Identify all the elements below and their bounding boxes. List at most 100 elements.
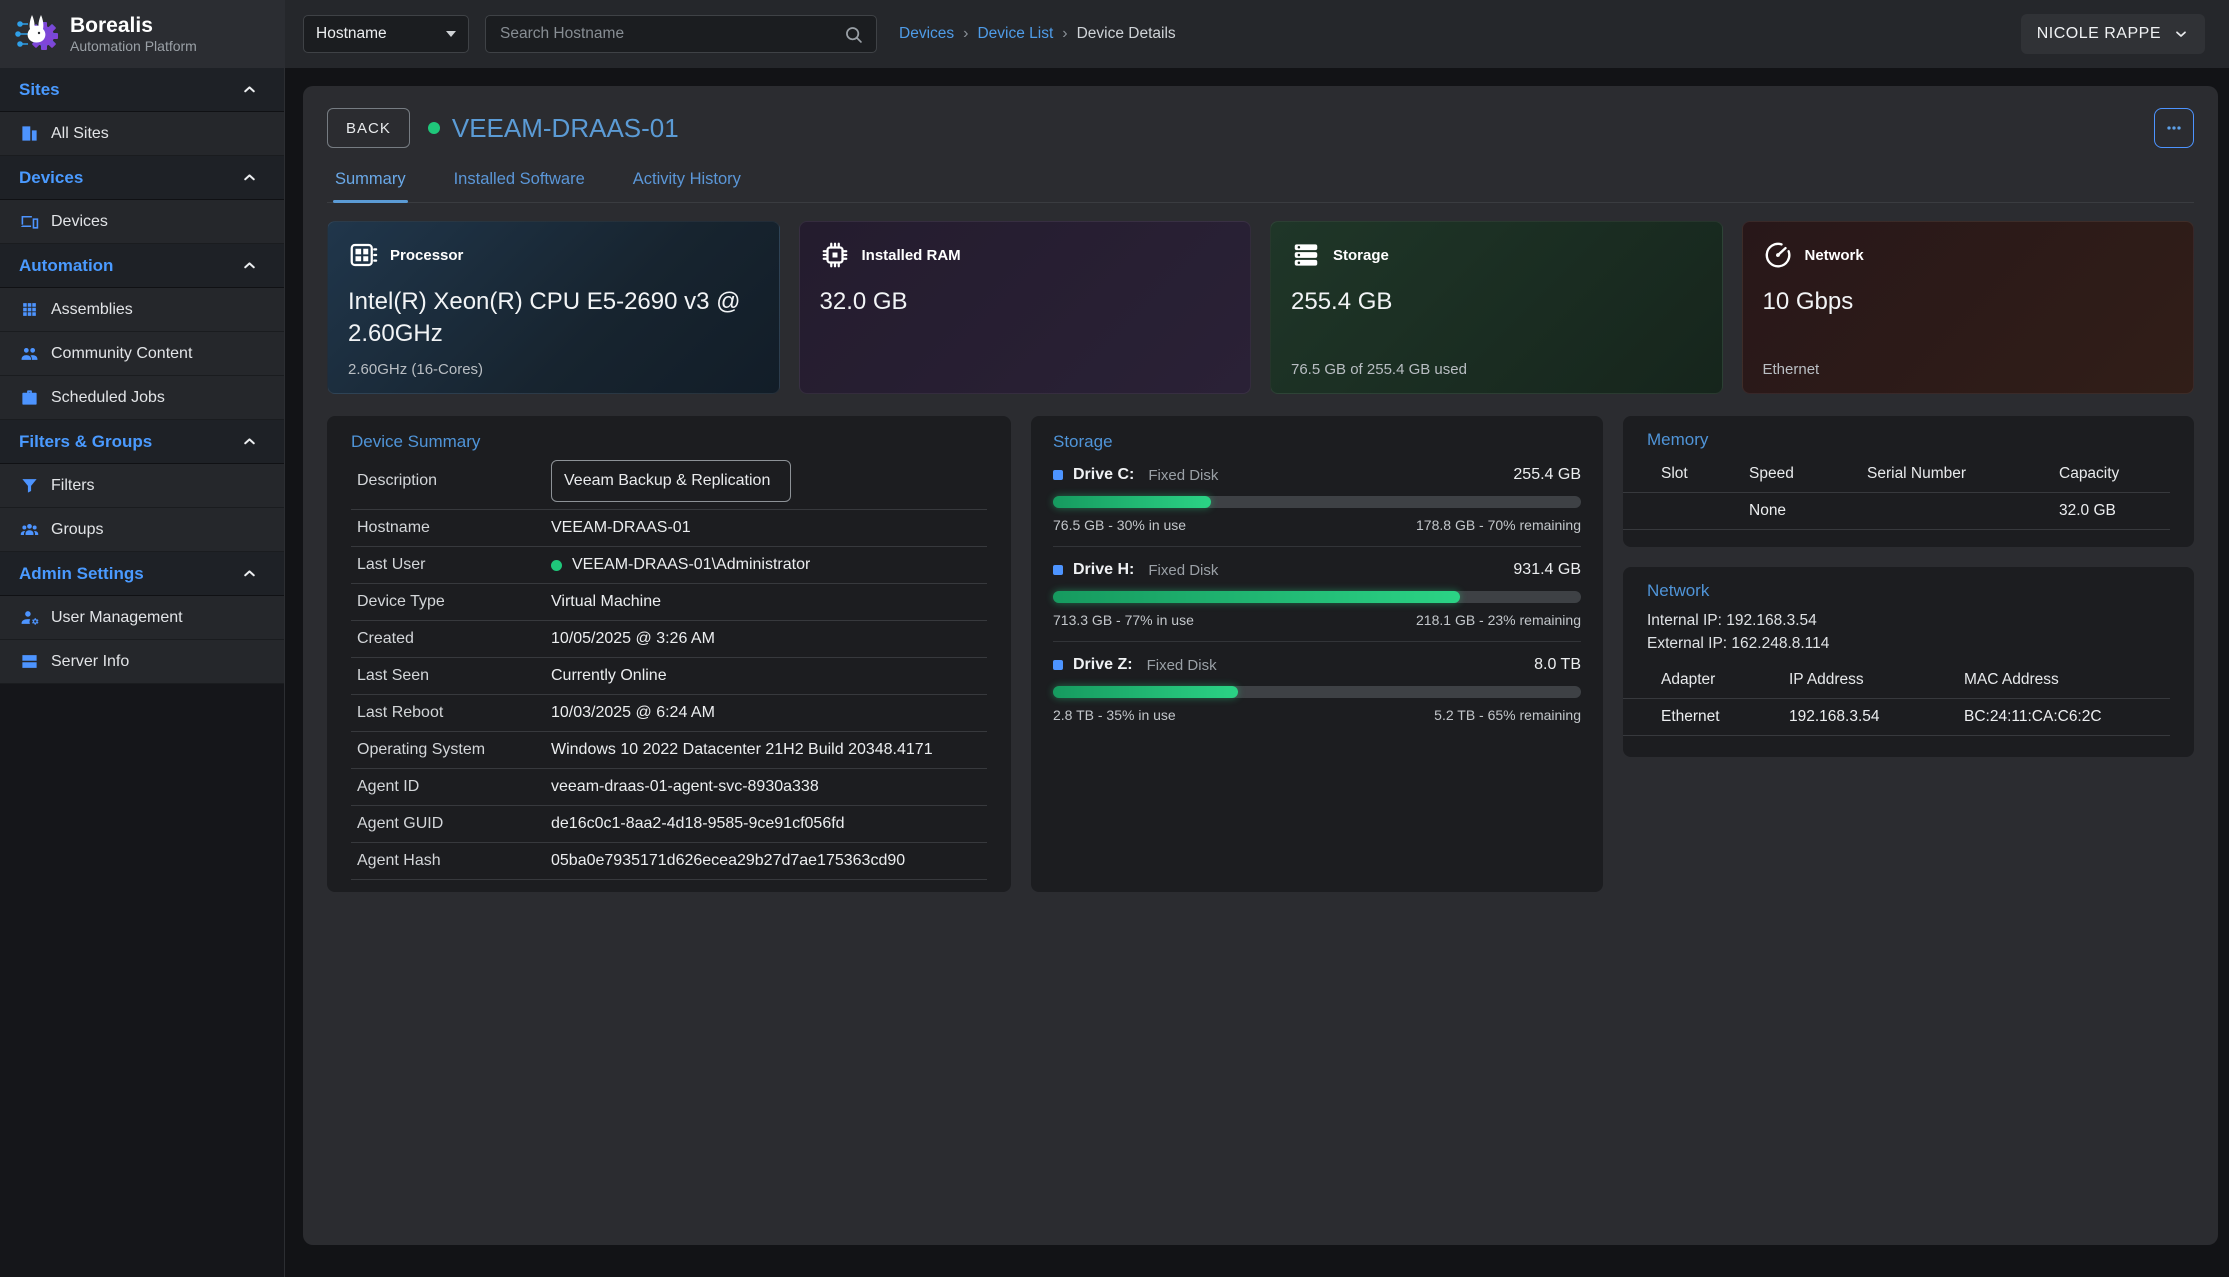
more-actions-button[interactable] — [2154, 108, 2194, 148]
brand-subtitle: Automation Platform — [70, 38, 197, 54]
memory-panel: Memory SlotSpeedSerial NumberCapacity No… — [1623, 416, 2194, 547]
search-box — [485, 15, 877, 53]
breadcrumb-item[interactable]: Device Details — [1077, 25, 1176, 43]
sidebar-section-label: Automation — [19, 256, 113, 276]
summary-label: Operating System — [351, 741, 551, 759]
sidebar-item[interactable]: Devices — [0, 200, 284, 244]
building-icon — [20, 124, 39, 143]
stat-card-value: 32.0 GB — [820, 286, 1231, 318]
summary-value: de16c0c1-8aa2-4d18-9585-9ce91cf056fd — [551, 815, 845, 833]
drive-row: Drive H: Fixed Disk 931.4 GB 713.3 GB - … — [1053, 547, 1581, 642]
column-header: IP Address — [1789, 671, 1964, 689]
sidebar-item[interactable]: Assemblies — [0, 288, 284, 332]
drive-type: Fixed Disk — [1148, 467, 1218, 484]
summary-value: 05ba0e7935171d626ecea29b27d7ae175363cd90 — [551, 852, 905, 870]
topbar: Borealis Automation Platform Hostname — [0, 0, 2229, 68]
device-details-panel: BACK VEEAM-DRAAS-01 Summary Installed So… — [303, 86, 2218, 1245]
briefcase-icon — [20, 388, 39, 407]
drive-size: 931.4 GB — [1513, 561, 1581, 579]
drive-usage-bar — [1053, 686, 1581, 698]
sidebar-item[interactable]: Filters — [0, 464, 284, 508]
server-stack-icon — [1291, 240, 1321, 270]
online-status-dot — [428, 122, 440, 134]
sidebar-item[interactable]: Server Info — [0, 640, 284, 684]
search-field-dropdown[interactable]: Hostname — [303, 15, 469, 53]
drive-list: Drive C: Fixed Disk 255.4 GB 76.5 GB - 3… — [1053, 452, 1581, 736]
drive-size: 8.0 TB — [1534, 656, 1581, 674]
sidebar-item[interactable]: User Management — [0, 596, 284, 640]
gauge-icon — [1763, 240, 1793, 270]
summary-label: Hostname — [351, 519, 551, 537]
sidebar-section-header[interactable]: Admin Settings — [0, 552, 284, 596]
drive-remaining-text: 178.8 GB - 70% remaining — [1416, 517, 1581, 533]
column-header: Speed — [1749, 465, 1867, 483]
summary-label: Description — [351, 472, 551, 490]
summary-row: Created 10/05/2025 @ 3:26 AM — [351, 621, 987, 658]
sidebar: Sites All Sites Devices — [0, 68, 285, 1277]
memory-capacity: 32.0 GB — [2059, 502, 2170, 520]
stat-card-title: Processor — [390, 247, 463, 264]
sidebar-section-header[interactable]: Automation — [0, 244, 284, 288]
summary-value: Currently Online — [551, 667, 667, 685]
search-field-dropdown-value: Hostname — [316, 25, 387, 43]
server-icon — [20, 652, 39, 671]
main-content: BACK VEEAM-DRAAS-01 Summary Installed So… — [285, 68, 2229, 1277]
sidebar-section-label: Admin Settings — [19, 564, 144, 584]
devices-icon — [20, 212, 39, 231]
drive-used-text: 2.8 TB - 35% in use — [1053, 707, 1176, 723]
drive-row: Drive C: Fixed Disk 255.4 GB 76.5 GB - 3… — [1053, 452, 1581, 547]
user-menu[interactable]: NICOLE RAPPE — [2021, 14, 2205, 54]
sidebar-section-label: Devices — [19, 168, 83, 188]
user-name: NICOLE RAPPE — [2037, 25, 2161, 43]
caret-down-icon — [446, 31, 456, 37]
sidebar-section-header[interactable]: Filters & Groups — [0, 420, 284, 464]
filter-icon — [20, 476, 39, 495]
stat-card-title: Network — [1805, 247, 1864, 264]
memory-module-icon — [348, 240, 378, 270]
tab[interactable]: Activity History — [631, 164, 743, 202]
external-ip: External IP: 162.248.8.114 — [1647, 632, 2170, 655]
internal-ip: Internal IP: 192.168.3.54 — [1647, 609, 2170, 632]
sidebar-section-header[interactable]: Sites — [0, 68, 284, 112]
people-icon — [20, 344, 39, 363]
stat-card-value: 10 Gbps — [1763, 286, 2174, 318]
sidebar-item[interactable]: All Sites — [0, 112, 284, 156]
tab[interactable]: Summary — [333, 164, 408, 202]
tab[interactable]: Installed Software — [452, 164, 587, 202]
drive-used-text: 76.5 GB - 30% in use — [1053, 517, 1186, 533]
sidebar-item-label: Groups — [51, 521, 103, 539]
column-header: MAC Address — [1964, 671, 2170, 689]
sidebar-item-label: All Sites — [51, 125, 109, 143]
summary-label: Agent ID — [351, 778, 551, 796]
summary-label: Device Type — [351, 593, 551, 611]
summary-row: Agent ID veeam-draas-01-agent-svc-8930a3… — [351, 769, 987, 806]
sidebar-section-header[interactable]: Devices — [0, 156, 284, 200]
summary-row: Hostname VEEAM-DRAAS-01 — [351, 510, 987, 547]
drive-name: Drive Z: — [1073, 656, 1133, 674]
sidebar-item[interactable]: Groups — [0, 508, 284, 552]
search-input[interactable] — [498, 24, 843, 44]
breadcrumb-item[interactable]: Devices — [899, 25, 954, 43]
summary-label: Last Reboot — [351, 704, 551, 722]
sidebar-item[interactable]: Scheduled Jobs — [0, 376, 284, 420]
device-header: BACK VEEAM-DRAAS-01 — [327, 108, 2194, 148]
sidebar-item[interactable]: Community Content — [0, 332, 284, 376]
memory-panel-title: Memory — [1647, 430, 2170, 450]
summary-row: Agent Hash 05ba0e7935171d626ecea29b27d7a… — [351, 843, 987, 880]
drive-row: Drive Z: Fixed Disk 8.0 TB 2.8 TB - 35% … — [1053, 642, 1581, 736]
drive-name: Drive C: — [1073, 466, 1134, 484]
device-summary-title: Device Summary — [351, 432, 987, 452]
summary-label: Agent GUID — [351, 815, 551, 833]
sidebar-item-label: Scheduled Jobs — [51, 389, 165, 407]
summary-value: Windows 10 2022 Datacenter 21H2 Build 20… — [551, 741, 933, 759]
stat-card: Network 10 Gbps Ethernet — [1742, 221, 2195, 394]
topbar-main: Hostname Devices Device List — [285, 0, 2229, 68]
description-input[interactable] — [551, 460, 791, 502]
app-root: Borealis Automation Platform Hostname — [0, 0, 2229, 1277]
breadcrumb-item[interactable]: Device List — [977, 25, 1053, 43]
stat-card-subtitle: Ethernet — [1763, 361, 1820, 378]
stat-cards: Processor Intel(R) Xeon(R) CPU E5-2690 v… — [327, 221, 2194, 394]
detail-panels: Device Summary Description Hostname — [327, 416, 2194, 892]
back-button[interactable]: BACK — [327, 108, 410, 148]
drive-usage-fill — [1053, 591, 1460, 603]
